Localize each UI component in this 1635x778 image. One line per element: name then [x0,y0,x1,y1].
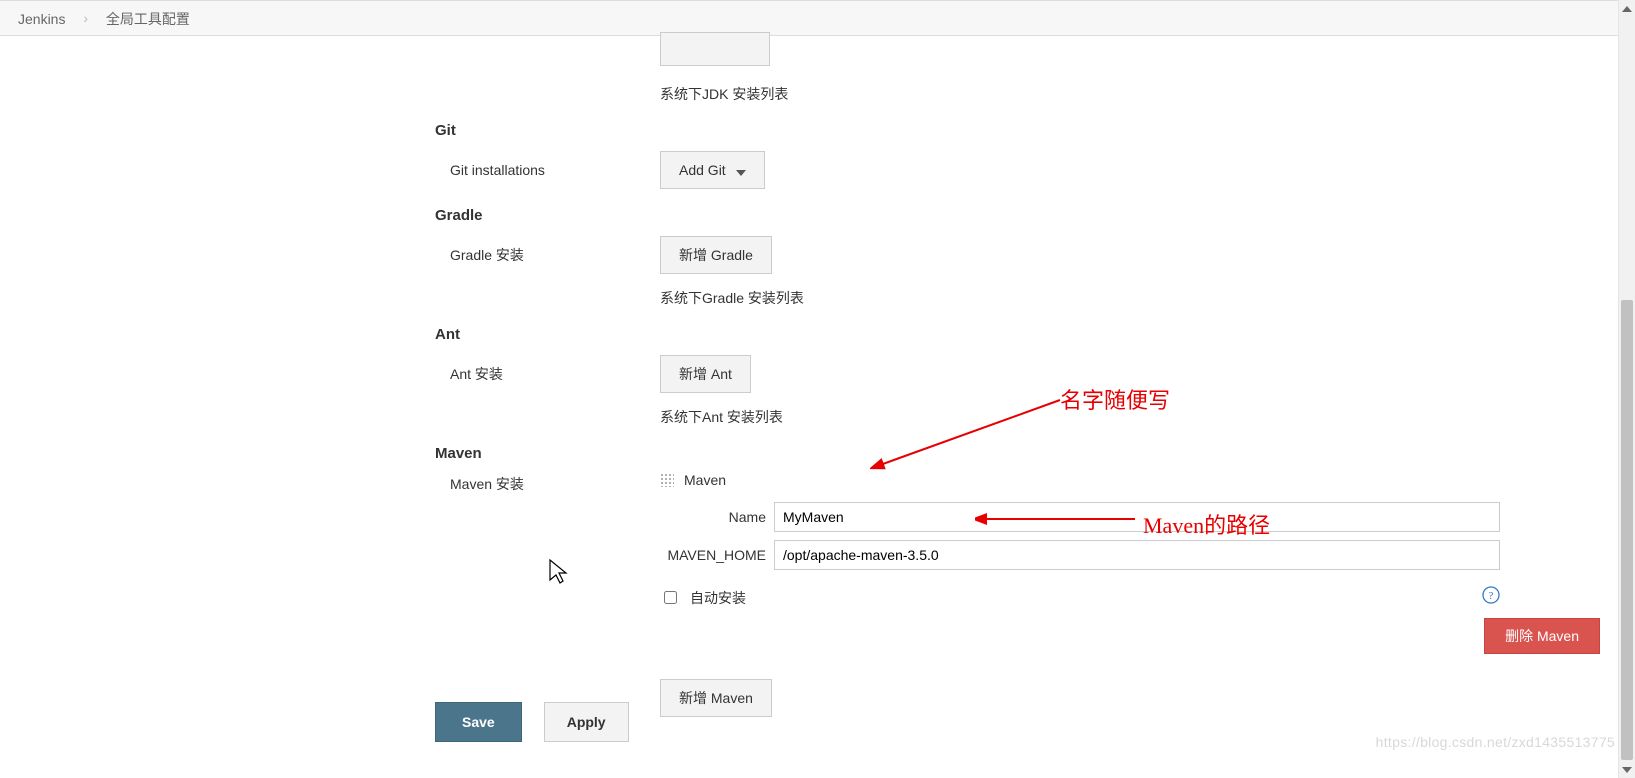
section-heading-git: Git [435,122,1635,139]
delete-maven-button[interactable]: 删除 Maven [1484,618,1600,654]
save-button[interactable]: Save [435,702,522,742]
svg-text:?: ? [1489,590,1494,602]
apply-button[interactable]: Apply [544,702,629,742]
chevron-right-icon: › [83,0,88,36]
drag-handle-icon[interactable] [660,473,674,487]
breadcrumb-current[interactable]: 全局工具配置 [106,11,190,27]
breadcrumb-root[interactable]: Jenkins [18,11,65,27]
maven-home-label: MAVEN_HOME [660,547,774,563]
section-heading-maven: Maven [435,445,1635,462]
add-maven-button-label: 新增 Maven [679,688,753,708]
add-gradle-button[interactable]: 新增 Gradle [660,236,772,274]
maven-home-input[interactable] [774,540,1500,570]
add-maven-button[interactable]: 新增 Maven [660,679,772,717]
caret-down-icon [736,162,746,178]
section-heading-gradle: Gradle [435,207,1635,224]
help-icon[interactable]: ? [1482,586,1500,609]
add-ant-button[interactable]: 新增 Ant [660,355,751,393]
gradle-install-label: Gradle 安装 [435,245,650,265]
ant-list-hint: 系统下Ant 安装列表 [660,407,1635,427]
add-ant-button-label: 新增 Ant [679,364,732,384]
ant-install-label: Ant 安装 [435,364,650,384]
scrollbar-thumb[interactable] [1621,300,1633,760]
scrollbar-down-icon[interactable] [1619,761,1635,778]
git-installations-label: Git installations [435,162,650,178]
jdk-button-placeholder[interactable] [660,32,770,66]
add-gradle-button-label: 新增 Gradle [679,245,753,265]
add-git-button-label: Add Git [679,162,726,178]
auto-install-label: 自动安装 [690,588,746,608]
jdk-list-hint: 系统下JDK 安装列表 [660,84,1635,104]
maven-item-title: Maven [684,472,726,488]
breadcrumb: Jenkins › 全局工具配置 [0,0,1635,36]
gradle-list-hint: 系统下Gradle 安装列表 [660,288,1635,308]
maven-name-input[interactable] [774,502,1500,532]
vertical-scrollbar[interactable] [1618,0,1635,778]
scrollbar-up-icon[interactable] [1619,0,1635,17]
watermark-text: https://blog.csdn.net/zxd1435513775 [1376,734,1615,750]
maven-install-label: Maven 安装 [435,474,650,494]
auto-install-checkbox[interactable] [664,591,677,604]
section-heading-ant: Ant [435,326,1635,343]
maven-name-label: Name [660,509,774,525]
add-git-button[interactable]: Add Git [660,151,765,189]
